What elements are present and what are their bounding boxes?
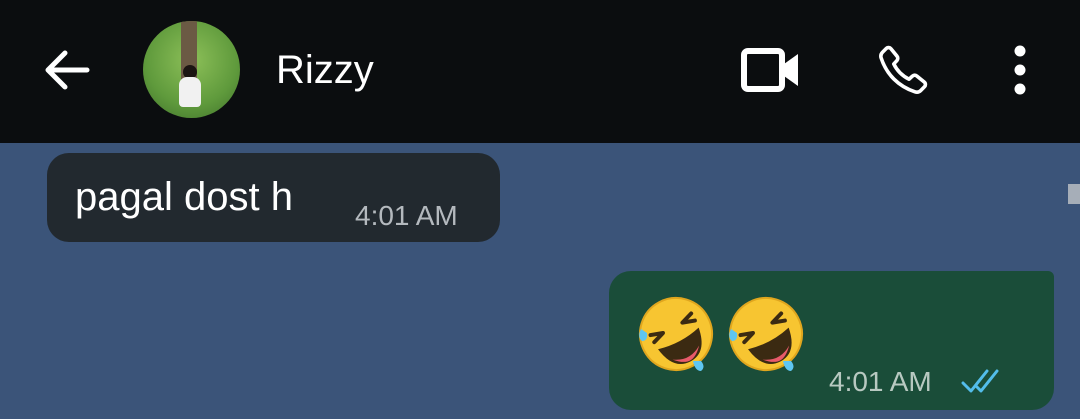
rolling-on-floor-laughing-emoji [729, 297, 803, 371]
back-button[interactable] [38, 44, 94, 96]
contact-name[interactable]: Rizzy [276, 44, 374, 96]
incoming-message-bubble[interactable]: pagal dost h 4:01 AM [47, 153, 500, 242]
rolling-on-floor-laughing-emoji [639, 297, 713, 371]
more-vertical-icon [1014, 45, 1026, 95]
message-time: 4:01 AM [355, 200, 458, 231]
read-receipt-icon [961, 369, 999, 393]
video-camera-icon [741, 48, 798, 92]
message-text: pagal dost h [75, 175, 293, 219]
message-time: 4:01 AM [829, 366, 932, 397]
more-options-button[interactable] [998, 40, 1042, 100]
outgoing-message-bubble[interactable]: 4:01 AM [609, 271, 1054, 410]
emoji-row [633, 291, 809, 377]
contact-avatar[interactable] [143, 21, 240, 118]
video-call-button[interactable] [738, 42, 804, 98]
voice-call-button[interactable] [872, 40, 934, 100]
arrow-left-icon [45, 50, 90, 90]
chat-header: Rizzy [0, 0, 1080, 143]
scrollbar-thumb[interactable] [1068, 184, 1080, 204]
avatar-person-body [179, 77, 201, 107]
phone-icon [879, 45, 928, 94]
